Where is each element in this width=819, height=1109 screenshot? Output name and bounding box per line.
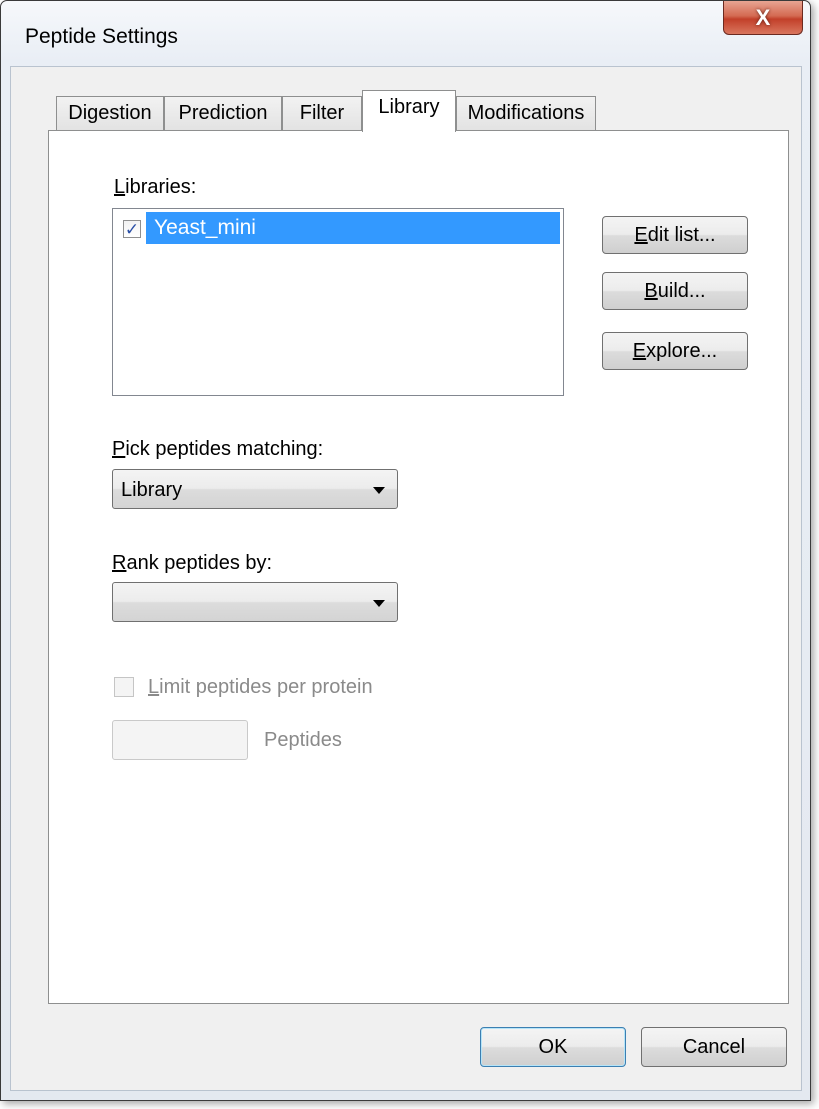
peptides-unit-label: Peptides xyxy=(264,729,342,751)
window-title: Peptide Settings xyxy=(25,25,178,48)
tab-prediction[interactable]: Prediction xyxy=(164,96,282,130)
chevron-down-icon xyxy=(373,487,385,494)
list-item[interactable]: ✓ Yeast_mini xyxy=(116,212,560,244)
button-label: Explore... xyxy=(632,339,718,362)
rank-peptides-dropdown[interactable] xyxy=(112,582,398,622)
button-label: Cancel xyxy=(682,1035,746,1058)
button-label: Build... xyxy=(644,279,706,302)
tab-filter[interactable]: Filter xyxy=(282,96,362,130)
limit-peptides-checkbox[interactable] xyxy=(114,677,134,697)
explore-button[interactable]: Explore... xyxy=(602,332,748,370)
ok-button[interactable]: OK xyxy=(480,1027,626,1067)
checkmark-icon: ✓ xyxy=(124,220,140,239)
libraries-listbox[interactable]: ✓ Yeast_mini xyxy=(112,208,564,396)
tab-label: Filter xyxy=(299,102,345,124)
pick-peptides-dropdown[interactable]: Library xyxy=(112,469,398,509)
close-icon: X xyxy=(755,4,771,30)
cancel-button[interactable]: Cancel xyxy=(641,1027,787,1067)
peptides-count-input[interactable] xyxy=(112,720,248,760)
dropdown-value: Library xyxy=(121,479,183,501)
limit-peptides-label: Limit peptides per protein xyxy=(148,676,373,698)
tab-label: Digestion xyxy=(68,102,152,124)
rank-peptides-label: Rank peptides by: xyxy=(112,552,273,574)
tab-label: Prediction xyxy=(178,102,268,124)
tab-modifications[interactable]: Modifications xyxy=(456,96,596,130)
button-label: Edit list... xyxy=(634,223,716,246)
build-button[interactable]: Build... xyxy=(602,272,748,310)
button-label: OK xyxy=(538,1035,568,1058)
tab-library[interactable]: Library xyxy=(362,90,456,132)
edit-list-button[interactable]: Edit list... xyxy=(602,216,748,254)
chevron-down-icon xyxy=(373,600,385,607)
tab-label: Modifications xyxy=(467,102,585,124)
tab-digestion[interactable]: Digestion xyxy=(56,96,164,130)
tab-label: Library xyxy=(378,96,440,118)
close-button[interactable]: X xyxy=(723,1,803,35)
library-checkbox[interactable]: ✓ xyxy=(123,220,141,238)
library-item-label: Yeast_mini xyxy=(146,212,560,244)
libraries-label: Libraries: xyxy=(114,176,197,198)
pick-peptides-label: Pick peptides matching: xyxy=(112,438,324,460)
